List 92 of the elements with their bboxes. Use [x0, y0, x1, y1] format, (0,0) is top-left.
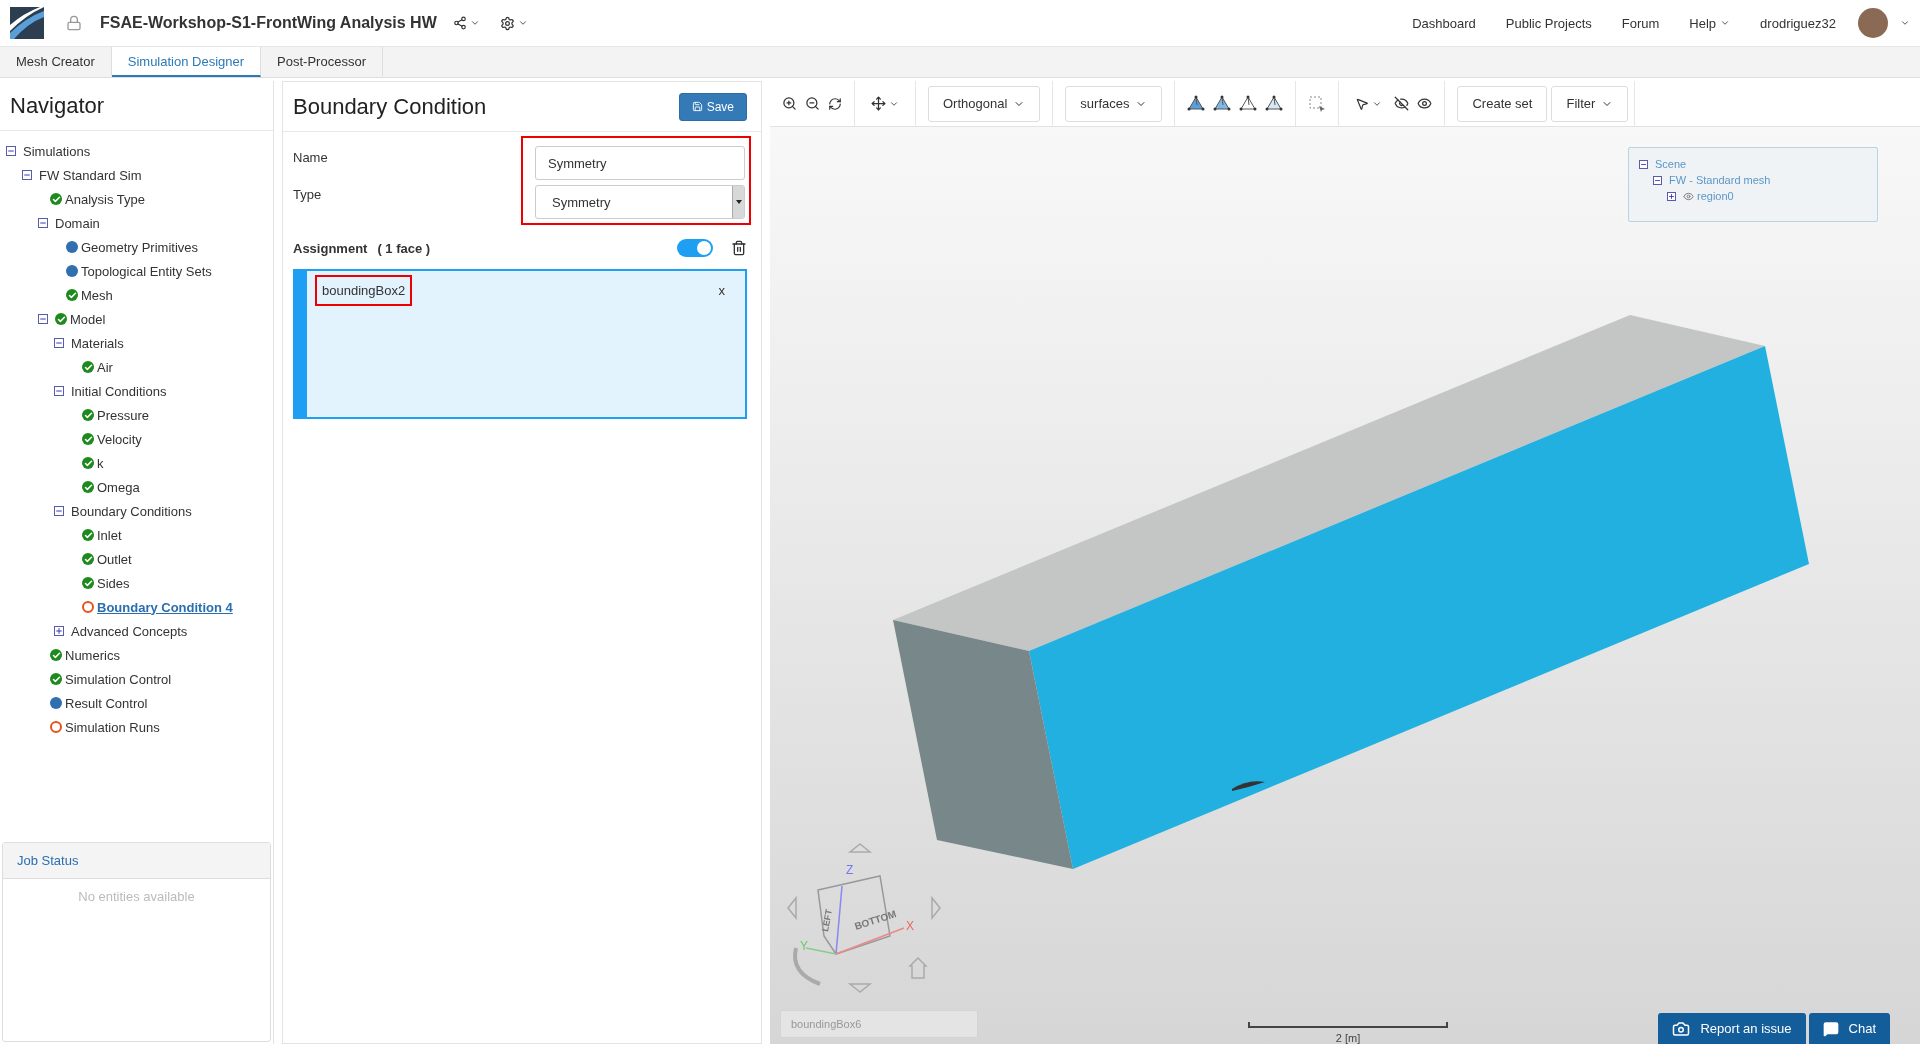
- user-menu[interactable]: drodriguez32: [1760, 15, 1836, 31]
- light-tetrahedron-icon[interactable]: [1265, 94, 1284, 113]
- tree-item[interactable]: Topological Entity Sets: [81, 263, 212, 279]
- tree-item[interactable]: Model: [70, 311, 106, 327]
- share-icon: [452, 16, 467, 30]
- tree-item[interactable]: Domain: [55, 215, 100, 231]
- refresh-icon[interactable]: [828, 96, 842, 111]
- collapse-icon[interactable]: [38, 314, 48, 324]
- edged-tetrahedron-icon[interactable]: [1213, 94, 1232, 113]
- tree-item[interactable]: Geometry Primitives: [81, 239, 199, 255]
- tree-item[interactable]: Outlet: [97, 551, 132, 567]
- field-label: Type: [293, 187, 323, 202]
- expand-icon[interactable]: [1667, 191, 1676, 201]
- nav-link[interactable]: Dashboard: [1412, 15, 1476, 31]
- save-button[interactable]: Save: [678, 92, 747, 121]
- tree-item[interactable]: Omega: [97, 479, 140, 495]
- tree-item[interactable]: Simulation Control: [65, 671, 172, 687]
- zoom-out-icon[interactable]: [805, 96, 820, 111]
- caret-icon: [735, 200, 742, 204]
- collapse-icon[interactable]: [54, 506, 64, 516]
- lock-icon: [66, 15, 82, 31]
- tree-item[interactable]: Velocity: [97, 431, 142, 447]
- assigned-item[interactable]: boundingBox2: [315, 275, 413, 306]
- caret-icon[interactable]: [1900, 18, 1910, 28]
- type-select[interactable]: Symmetry: [535, 185, 745, 219]
- collapse-icon[interactable]: [1639, 159, 1648, 169]
- caret-icon: [517, 18, 528, 28]
- solid-tetrahedron-icon[interactable]: [1187, 94, 1206, 113]
- delete-icon[interactable]: [731, 240, 747, 256]
- filter-dropdown[interactable]: Filter: [1551, 85, 1629, 122]
- panel-title: Navigator: [10, 92, 105, 119]
- tree-item[interactable]: Advanced Concepts: [71, 623, 188, 639]
- wireframe-tetrahedron-icon[interactable]: [1239, 94, 1258, 113]
- collapse-icon[interactable]: [1653, 175, 1662, 185]
- create-set-button[interactable]: Create set: [1457, 85, 1548, 122]
- empty-message: No entities available: [77, 888, 196, 904]
- chat-icon: [1822, 1020, 1839, 1037]
- panel-title: Job Status: [17, 853, 79, 868]
- tree-item[interactable]: Numerics: [65, 647, 120, 663]
- remove-button[interactable]: x: [712, 282, 731, 299]
- name-input[interactable]: Symmetry: [535, 146, 745, 180]
- project-title: FSAE-Workshop-S1-FrontWing Analysis HW: [100, 14, 437, 32]
- caret-icon: [1720, 18, 1731, 28]
- projection-dropdown[interactable]: Orthogonal: [928, 85, 1041, 122]
- collapse-icon[interactable]: [54, 386, 64, 396]
- field-label: Name: [293, 150, 329, 165]
- tree-item[interactable]: Analysis Type: [65, 191, 145, 207]
- chat-button[interactable]: Chat: [1808, 1013, 1890, 1044]
- nav-link[interactable]: Help: [1689, 15, 1731, 31]
- zoom-in-icon[interactable]: [782, 96, 797, 111]
- report-issue-button[interactable]: Report an issue: [1658, 1013, 1806, 1044]
- eye-icon[interactable]: [1683, 190, 1694, 202]
- tree-item[interactable]: Simulations: [23, 143, 91, 159]
- expand-icon[interactable]: [54, 626, 64, 636]
- collapse-icon[interactable]: [6, 146, 16, 156]
- selection-label: boundingBox6: [780, 1010, 978, 1038]
- scale-label: 2 [m]: [1335, 1032, 1361, 1044]
- collapse-icon[interactable]: [38, 218, 48, 228]
- box-select-icon[interactable]: [1308, 94, 1327, 113]
- camera-icon: [1672, 1019, 1691, 1038]
- tree-item[interactable]: Inlet: [97, 527, 122, 543]
- tree-item[interactable]: FW Standard Sim: [39, 167, 142, 183]
- tree-item[interactable]: Boundary Condition 4: [97, 599, 233, 615]
- caret-icon: [469, 18, 480, 28]
- face-count: ( 1 face ): [377, 240, 431, 256]
- tree-item[interactable]: Simulation Runs: [65, 719, 160, 735]
- tree-item[interactable]: Result Control: [65, 695, 148, 711]
- tree-item[interactable]: Pressure: [97, 407, 150, 423]
- tree-item[interactable]: Mesh: [81, 287, 113, 303]
- assignment-toggle[interactable]: [677, 239, 713, 257]
- move-icon: [871, 96, 886, 111]
- save-icon: [691, 101, 703, 112]
- nav-link[interactable]: Public Projects: [1505, 15, 1592, 31]
- nav-link[interactable]: Forum: [1621, 15, 1660, 31]
- settings-icon: [499, 15, 515, 31]
- section-label: Assignment: [293, 240, 368, 256]
- render-mode-dropdown[interactable]: surfaces: [1065, 85, 1163, 122]
- tree-item[interactable]: Air: [97, 359, 113, 375]
- logo-icon[interactable]: [10, 7, 44, 39]
- hide-icon[interactable]: [1394, 96, 1410, 111]
- avatar[interactable]: [1858, 8, 1888, 38]
- collapse-icon[interactable]: [22, 170, 32, 180]
- tree-item[interactable]: Materials: [71, 335, 124, 351]
- show-icon[interactable]: [1417, 96, 1433, 111]
- tab[interactable]: Simulation Designer: [111, 47, 262, 77]
- panel-title: Boundary Condition: [293, 93, 487, 120]
- tree-item[interactable]: Initial Conditions: [71, 383, 167, 399]
- collapse-icon[interactable]: [54, 338, 64, 348]
- tree-item[interactable]: k: [97, 455, 104, 471]
- tree-item[interactable]: Sides: [97, 575, 130, 591]
- pointer-icon: [1355, 96, 1370, 111]
- tree-item[interactable]: Boundary Conditions: [71, 503, 192, 519]
